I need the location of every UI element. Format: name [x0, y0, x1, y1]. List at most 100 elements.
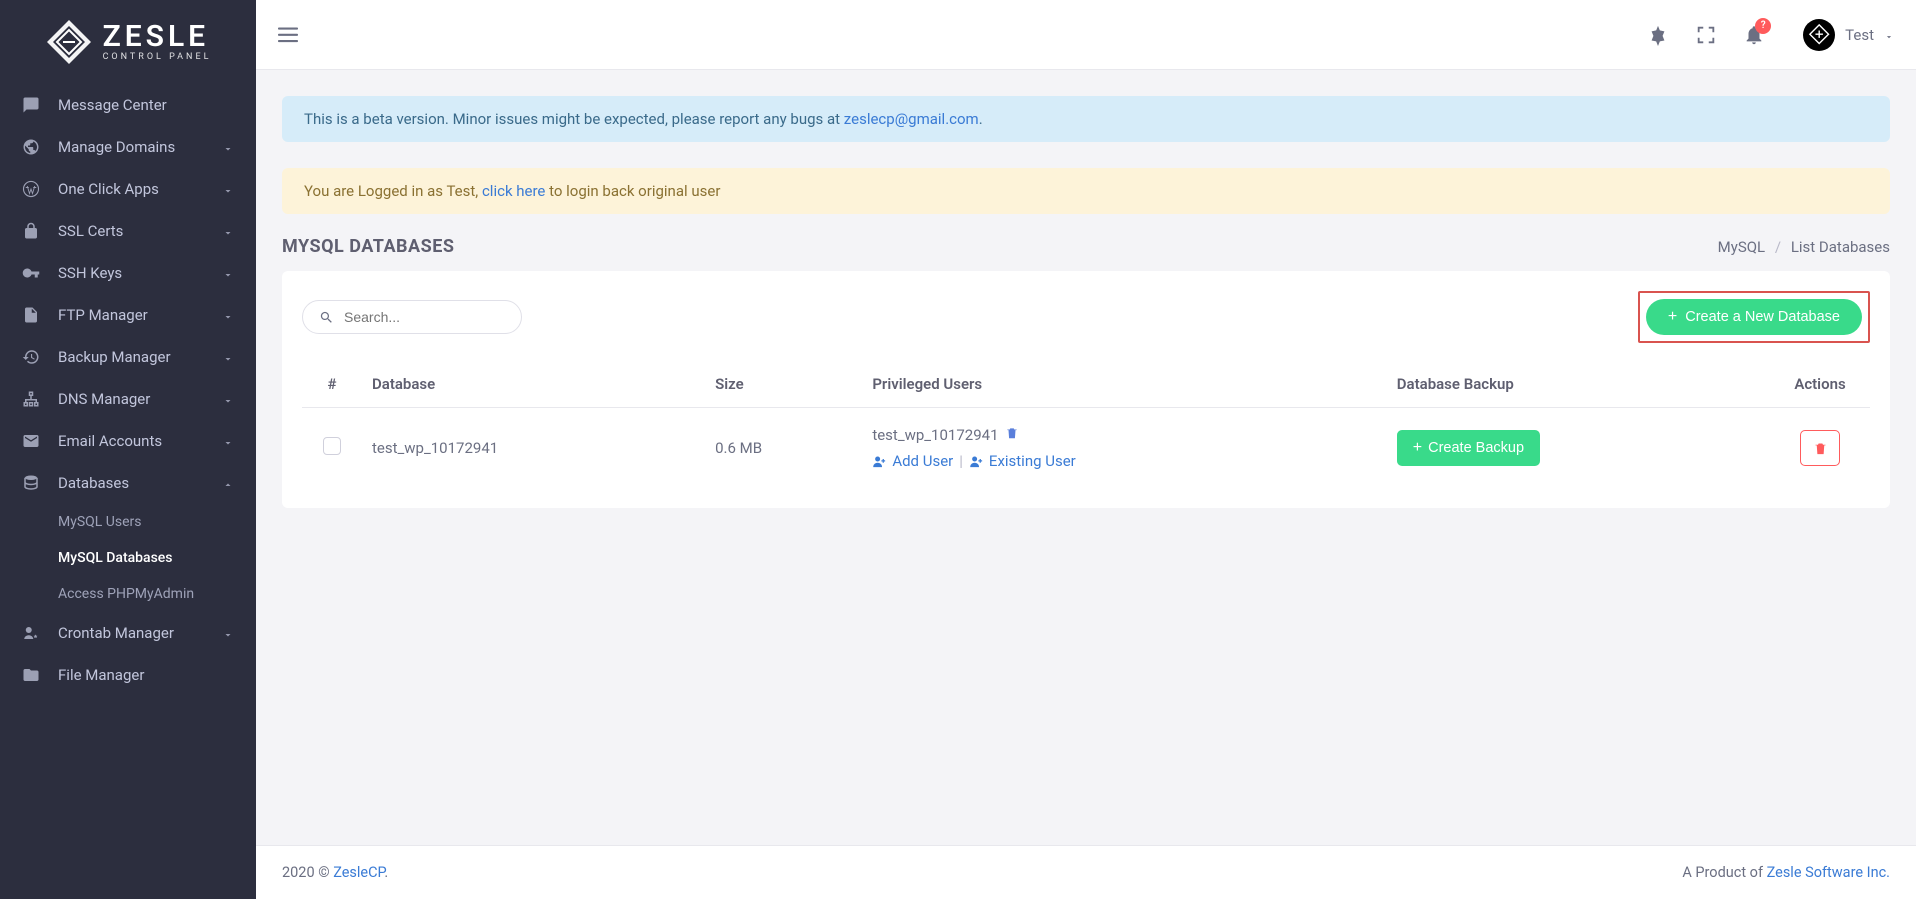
- sidebar-item-dns-manager[interactable]: DNS Manager: [0, 378, 256, 420]
- col-database: Database: [362, 361, 705, 408]
- sidebar-item-label: Message Center: [58, 96, 234, 114]
- breadcrumb-root[interactable]: MySQL: [1718, 238, 1766, 256]
- sidebar-item-label: Crontab Manager: [58, 624, 204, 642]
- lock-icon: [22, 222, 40, 240]
- plus-icon: +: [1413, 440, 1422, 456]
- beta-email-link[interactable]: zeslecp@gmail.com: [844, 110, 979, 128]
- brand-name: ZESLE: [103, 22, 212, 52]
- breadcrumb-current: List Databases: [1791, 238, 1890, 256]
- sidebar-item-label: FTP Manager: [58, 306, 204, 324]
- row-checkbox[interactable]: [323, 437, 341, 455]
- create-database-button[interactable]: + Create a New Database: [1646, 299, 1862, 335]
- footer-company-link[interactable]: Zesle Software Inc.: [1767, 864, 1890, 881]
- search-input-wrap[interactable]: [302, 300, 522, 334]
- col-backup: Database Backup: [1387, 361, 1770, 408]
- chevron-down-icon: [222, 225, 234, 237]
- page-title: MYSQL DATABASES: [282, 236, 454, 257]
- sidebar-subitem-access-phpmyadmin[interactable]: Access PHPMyAdmin: [0, 576, 256, 612]
- sidebar-item-file-manager[interactable]: File Manager: [0, 654, 256, 696]
- chevron-down-icon: [222, 435, 234, 447]
- create-backup-button[interactable]: + Create Backup: [1397, 430, 1540, 466]
- user-menu[interactable]: Test: [1803, 19, 1894, 51]
- col-hash: #: [302, 361, 362, 408]
- chevron-down-icon: [222, 183, 234, 195]
- logo-icon: [45, 18, 93, 66]
- chevron-down-icon: [222, 351, 234, 363]
- databases-table: # Database Size Privileged Users Databas…: [302, 361, 1870, 488]
- search-input[interactable]: [344, 309, 505, 325]
- sidebar-item-label: File Manager: [58, 666, 234, 684]
- alert-login: You are Logged in as Test, click here to…: [282, 168, 1890, 214]
- sidebar-item-label: SSL Certs: [58, 222, 204, 240]
- sidebar-item-email-accounts[interactable]: Email Accounts: [0, 420, 256, 462]
- trash-icon: [1813, 441, 1828, 456]
- wordpress-icon: [22, 180, 40, 198]
- search-icon: [319, 310, 334, 325]
- priv-user-name: test_wp_10172941: [872, 426, 998, 444]
- brand-subtitle: CONTROL PANEL: [103, 52, 212, 62]
- existing-user-link[interactable]: Existing User: [969, 452, 1076, 470]
- sidebar-nav: Message Center Manage Domains One Click …: [0, 84, 256, 696]
- sidebar-item-label: Email Accounts: [58, 432, 204, 450]
- col-size: Size: [705, 361, 862, 408]
- sidebar: ZESLE CONTROL PANEL Message Center Manag…: [0, 0, 256, 899]
- user-plus-icon: [969, 454, 984, 469]
- chevron-down-icon: [1884, 30, 1894, 40]
- topbar: ? Test: [256, 0, 1916, 70]
- sidebar-item-crontab-manager[interactable]: Crontab Manager: [0, 612, 256, 654]
- table-row: test_wp_10172941 0.6 MB test_wp_10172941: [302, 408, 1870, 489]
- chat-icon: [22, 96, 40, 114]
- cell-size: 0.6 MB: [705, 408, 862, 489]
- remove-user-icon[interactable]: [1005, 426, 1019, 444]
- sidebar-item-label: One Click Apps: [58, 180, 204, 198]
- sidebar-item-ftp-manager[interactable]: FTP Manager: [0, 294, 256, 336]
- delete-button[interactable]: [1800, 430, 1840, 466]
- avatar: [1803, 19, 1835, 51]
- sidebar-item-backup-manager[interactable]: Backup Manager: [0, 336, 256, 378]
- bell-icon[interactable]: ?: [1743, 24, 1765, 46]
- sidebar-item-label: Databases: [58, 474, 204, 492]
- key-icon: [22, 264, 40, 282]
- sidebar-item-one-click-apps[interactable]: One Click Apps: [0, 168, 256, 210]
- cell-database: test_wp_10172941: [362, 408, 705, 489]
- sidebar-item-ssl-certs[interactable]: SSL Certs: [0, 210, 256, 252]
- databases-card: + Create a New Database # Database Size …: [282, 271, 1890, 508]
- plus-icon: +: [1668, 309, 1677, 325]
- add-user-link[interactable]: Add User: [872, 452, 953, 470]
- sidebar-item-ssh-keys[interactable]: SSH Keys: [0, 252, 256, 294]
- leaf-icon[interactable]: [1647, 24, 1669, 46]
- highlight-box: + Create a New Database: [1638, 291, 1870, 343]
- menu-toggle-icon[interactable]: [278, 27, 298, 43]
- alert-beta: This is a beta version. Minor issues mig…: [282, 96, 1890, 142]
- sidebar-item-message-center[interactable]: Message Center: [0, 84, 256, 126]
- chevron-down-icon: [222, 627, 234, 639]
- sidebar-subitem-mysql-users[interactable]: MySQL Users: [0, 504, 256, 540]
- sidebar-item-label: DNS Manager: [58, 390, 204, 408]
- email-icon: [22, 432, 40, 450]
- sidebar-item-manage-domains[interactable]: Manage Domains: [0, 126, 256, 168]
- sidebar-item-label: Manage Domains: [58, 138, 204, 156]
- brand-logo[interactable]: ZESLE CONTROL PANEL: [0, 0, 256, 84]
- sidebar-item-databases[interactable]: Databases: [0, 462, 256, 504]
- sidebar-item-label: SSH Keys: [58, 264, 204, 282]
- sidebar-subnav-databases: MySQL Users MySQL Databases Access PHPMy…: [0, 504, 256, 612]
- user-name: Test: [1845, 26, 1874, 44]
- user-plus-icon: [872, 454, 887, 469]
- login-back-link[interactable]: click here: [482, 182, 545, 200]
- user-gear-icon: [22, 624, 40, 642]
- footer-brand-link[interactable]: ZesleCP: [333, 864, 384, 881]
- sidebar-subitem-mysql-databases[interactable]: MySQL Databases: [0, 540, 256, 576]
- chevron-down-icon: [222, 267, 234, 279]
- fullscreen-icon[interactable]: [1695, 24, 1717, 46]
- chevron-down-icon: [222, 309, 234, 321]
- footer: 2020 © ZesleCP. A Product of Zesle Softw…: [256, 845, 1916, 899]
- col-users: Privileged Users: [862, 361, 1386, 408]
- chevron-down-icon: [222, 393, 234, 405]
- database-icon: [22, 474, 40, 492]
- file-icon: [22, 306, 40, 324]
- col-actions: Actions: [1770, 361, 1870, 408]
- folder-icon: [22, 666, 40, 684]
- chevron-down-icon: [222, 141, 234, 153]
- sidebar-item-label: Backup Manager: [58, 348, 204, 366]
- globe-icon: [22, 138, 40, 156]
